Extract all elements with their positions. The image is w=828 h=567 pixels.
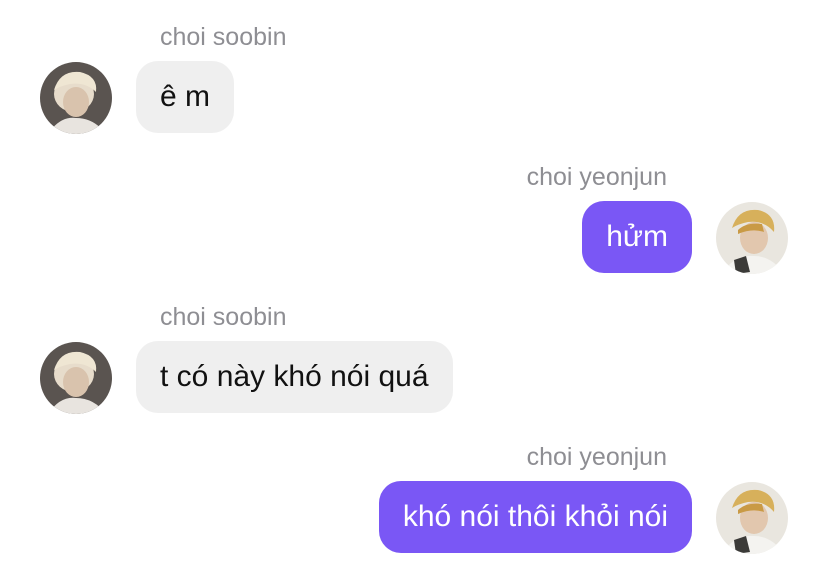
message-bubble-outgoing[interactable]: khó nói thôi khỏi nói	[378, 481, 692, 553]
soobin-avatar[interactable]	[40, 62, 112, 134]
sender-name: choi soobin	[160, 303, 287, 331]
sender-name: choi yeonjun	[526, 443, 667, 471]
sender-name: choi soobin	[160, 23, 287, 51]
message-bubble-incoming[interactable]: t có này khó nói quá	[136, 341, 453, 413]
soobin-avatar[interactable]	[40, 342, 112, 414]
chat-thread: choi soobin ê m choi yeonjun hửm choi so…	[0, 0, 828, 567]
sender-name: choi yeonjun	[526, 163, 667, 191]
message-bubble-outgoing[interactable]: hửm	[582, 201, 692, 273]
yeonjun-avatar[interactable]	[716, 202, 788, 274]
message-bubble-incoming[interactable]: ê m	[136, 61, 235, 133]
yeonjun-avatar[interactable]	[716, 482, 788, 554]
